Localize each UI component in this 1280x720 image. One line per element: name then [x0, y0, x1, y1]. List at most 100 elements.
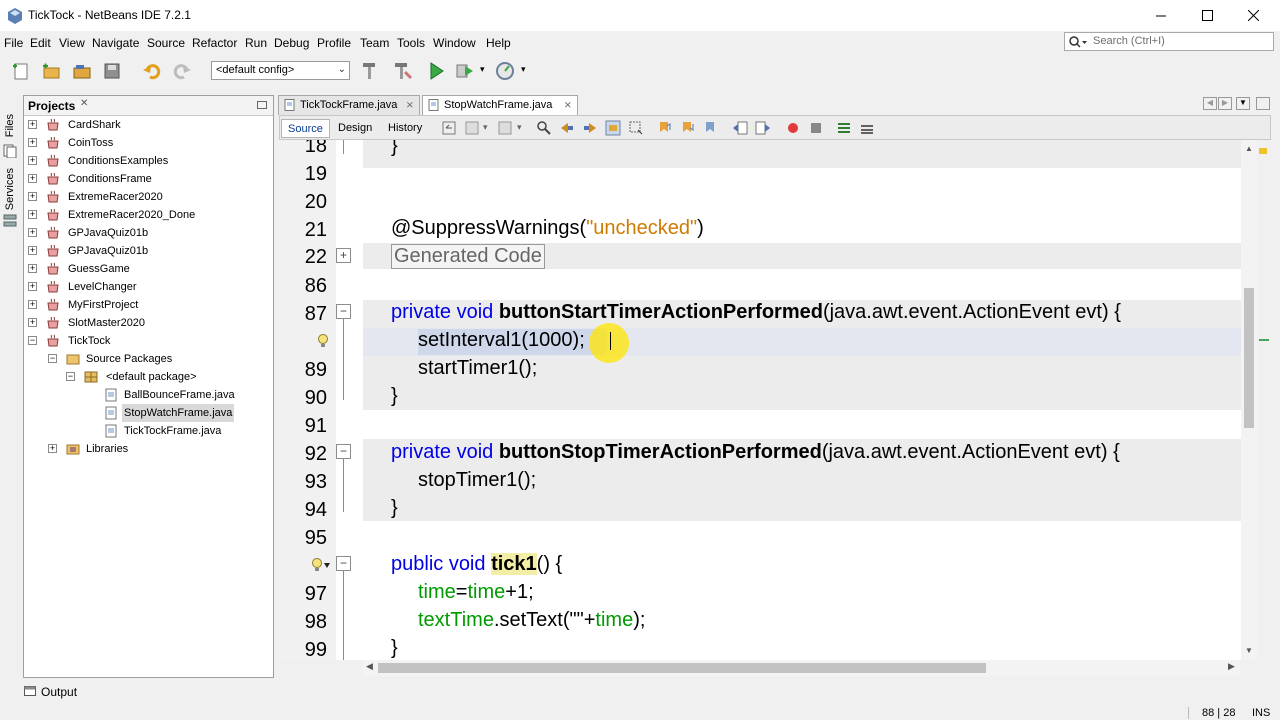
scroll-left-icon[interactable]: ◀ — [366, 661, 373, 672]
run-icon[interactable] — [425, 60, 447, 82]
menu-file[interactable]: File — [4, 36, 23, 50]
tab-close-icon[interactable]: ⨯ — [406, 96, 414, 115]
expand-icon[interactable]: + — [28, 174, 37, 183]
tree-file-ballbounceframe[interactable]: BallBounceFrame.java — [24, 386, 273, 404]
toggle-highlight-icon[interactable] — [605, 120, 621, 136]
expand-icon[interactable]: + — [28, 264, 37, 273]
collapse-fold-icon[interactable]: − — [336, 304, 351, 319]
scroll-thumb[interactable] — [378, 663, 986, 673]
error-stripe-marker[interactable] — [1259, 339, 1269, 341]
expand-icon[interactable]: + — [28, 318, 37, 327]
tree-source-packages[interactable]: − Source Packages — [24, 350, 273, 368]
show-opened-documents-icon[interactable]: ▼ — [1236, 97, 1250, 110]
tree-project-conditionsexamples[interactable]: + ConditionsExamples — [24, 152, 273, 170]
clean-build-icon[interactable] — [391, 60, 413, 82]
back-icon[interactable] — [464, 120, 480, 136]
scroll-down-icon[interactable]: ▼ — [1245, 646, 1253, 655]
tree-project-gpjavaquiz01b[interactable]: + GPJavaQuiz01b — [24, 224, 273, 242]
collapse-fold-icon[interactable]: − — [336, 444, 351, 459]
generated-code-fold[interactable]: Generated Code — [391, 244, 545, 269]
menu-edit[interactable]: Edit — [30, 36, 51, 50]
tree-project-slotmaster2020[interactable]: + SlotMaster2020 — [24, 314, 273, 332]
find-icon[interactable] — [536, 120, 552, 136]
config-select[interactable]: <default config> ⌄ — [211, 61, 350, 80]
menu-navigate[interactable]: Navigate — [92, 36, 139, 50]
error-stripe-marker[interactable] — [1259, 148, 1267, 154]
scroll-thumb[interactable] — [1244, 288, 1254, 428]
horizontal-scrollbar[interactable]: ◀ ▶ — [362, 660, 1240, 676]
toggle-rectangular-selection-icon[interactable] — [628, 120, 644, 136]
scroll-up-icon[interactable]: ▲ — [1245, 144, 1253, 153]
collapse-icon[interactable]: − — [66, 372, 75, 381]
lightbulb-hint-icon[interactable] — [317, 333, 329, 349]
toggle-bookmark-icon[interactable] — [703, 120, 719, 136]
undo-icon[interactable] — [141, 60, 163, 82]
services-tab[interactable]: Services — [4, 168, 16, 210]
code-editor[interactable]: 18 19 20 21 22 86 87 89 90 91 92 93 94 9… — [279, 140, 1257, 660]
tree-project-conditionsframe[interactable]: + ConditionsFrame — [24, 170, 273, 188]
tab-stopwatchframe[interactable]: StopWatchFrame.java ⨯ — [422, 95, 578, 115]
menu-run[interactable]: Run — [245, 36, 267, 50]
menu-tools[interactable]: Tools — [397, 36, 425, 50]
tree-project-gpjavaquiz01b-2[interactable]: + GPJavaQuiz01b — [24, 242, 273, 260]
tab-ticktockframe[interactable]: TickTockFrame.java ⨯ — [278, 95, 420, 115]
expand-icon[interactable]: + — [28, 120, 37, 129]
expand-fold-icon[interactable]: + — [336, 248, 351, 263]
source-mode-button[interactable]: Source — [281, 119, 330, 138]
collapse-fold-icon[interactable]: − — [336, 556, 351, 571]
design-mode-button[interactable]: Design — [332, 119, 378, 138]
menu-window[interactable]: Window — [433, 36, 476, 50]
tree-project-levelchanger[interactable]: + LevelChanger — [24, 278, 273, 296]
collapse-icon[interactable]: − — [28, 336, 37, 345]
expand-icon[interactable]: + — [28, 228, 37, 237]
tree-libraries[interactable]: + Libraries — [24, 440, 273, 458]
expand-icon[interactable]: + — [28, 138, 37, 147]
save-all-icon[interactable] — [101, 60, 123, 82]
shift-right-icon[interactable] — [755, 120, 771, 136]
expand-icon[interactable]: + — [48, 444, 57, 453]
previous-bookmark-icon[interactable] — [657, 120, 673, 136]
expand-icon[interactable]: + — [28, 156, 37, 165]
debug-dropdown-arrow[interactable]: ▾ — [480, 64, 485, 75]
forward-icon[interactable] — [497, 120, 513, 136]
menu-debug[interactable]: Debug — [274, 36, 309, 50]
close-button[interactable] — [1230, 0, 1276, 31]
profile-dropdown-arrow[interactable]: ▾ — [521, 64, 526, 75]
menu-source[interactable]: Source — [147, 36, 185, 50]
open-project-icon[interactable] — [71, 60, 93, 82]
redo-icon[interactable] — [171, 60, 193, 82]
stop-macro-recording-icon[interactable] — [808, 120, 824, 136]
build-icon[interactable] — [359, 60, 381, 82]
files-tab[interactable]: Files — [4, 114, 16, 137]
tree-project-cardshark[interactable]: + CardShark — [24, 116, 273, 134]
next-bookmark-icon[interactable] — [680, 120, 696, 136]
tree-file-stopwatchframe[interactable]: StopWatchFrame.java — [122, 404, 234, 422]
expand-icon[interactable]: + — [28, 282, 37, 291]
tree-project-ticktock[interactable]: − TickTock — [24, 332, 273, 350]
projects-close-icon[interactable]: ✕ — [80, 98, 88, 109]
tree-project-cointoss[interactable]: + CoinToss — [24, 134, 273, 152]
projects-title[interactable]: Projects — [28, 99, 75, 113]
minimize-button[interactable] — [1138, 0, 1184, 31]
tab-close-icon[interactable]: ⨯ — [564, 96, 572, 115]
vertical-scrollbar[interactable]: ▲ ▼ — [1241, 140, 1257, 660]
minimize-panel-icon[interactable] — [257, 101, 267, 109]
tree-project-extremeracer2020-done[interactable]: + ExtremeRacer2020_Done — [24, 206, 273, 224]
new-project-icon[interactable] — [40, 60, 62, 82]
lightbulb-override-icon[interactable] — [311, 557, 331, 573]
scroll-tabs-left-icon[interactable]: ◀ — [1203, 97, 1217, 110]
comment-icon[interactable] — [836, 120, 852, 136]
profile-icon[interactable] — [494, 60, 516, 82]
scroll-right-icon[interactable]: ▶ — [1228, 661, 1235, 672]
back-dropdown-arrow[interactable]: ▾ — [483, 122, 488, 133]
find-next-icon[interactable] — [582, 120, 598, 136]
find-previous-icon[interactable] — [559, 120, 575, 136]
menu-view[interactable]: View — [59, 36, 85, 50]
uncomment-icon[interactable] — [859, 120, 875, 136]
menu-help[interactable]: Help — [486, 36, 511, 50]
tree-project-myfirstproject[interactable]: + MyFirstProject — [24, 296, 273, 314]
maximize-editor-icon[interactable] — [1256, 97, 1270, 110]
tree-default-package[interactable]: − <default package> — [24, 368, 273, 386]
menu-profile[interactable]: Profile — [317, 36, 351, 50]
search-input[interactable]: Search (Ctrl+I) — [1064, 32, 1274, 51]
